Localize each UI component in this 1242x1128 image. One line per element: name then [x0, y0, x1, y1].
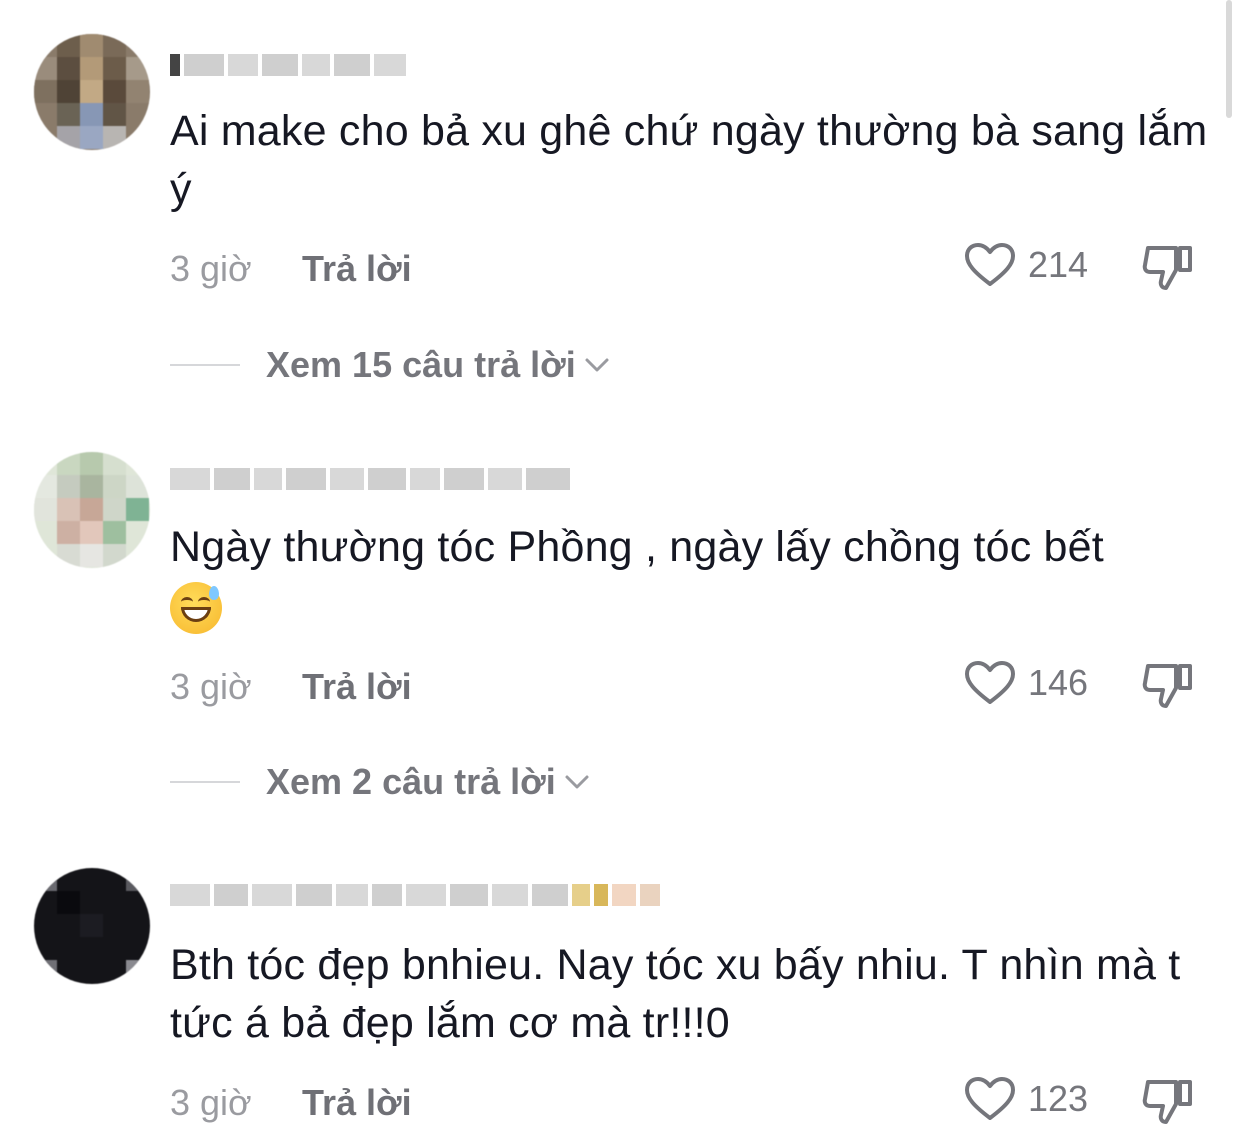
- comment-text: Bth tóc đẹp bnhieu. Nay tóc xu bấy nhiu.…: [170, 941, 1181, 1047]
- grinning-face-with-sweat-icon: [170, 581, 222, 634]
- reply-button[interactable]: Trả lời: [302, 248, 412, 290]
- like-button[interactable]: 146: [964, 660, 1088, 706]
- like-count: 123: [1028, 1078, 1089, 1119]
- like-button[interactable]: 123: [964, 1076, 1088, 1122]
- username-redacted[interactable]: [170, 46, 410, 84]
- view-replies-label: Xem 2 câu trả lời: [266, 761, 556, 802]
- chevron-down-icon: [565, 775, 589, 789]
- comment-text: Ai make cho bả xu ghê chứ ngày thường bà…: [170, 107, 1208, 213]
- comment-time: 3 giờ: [170, 666, 252, 707]
- view-replies-label: Xem 15 câu trả lời: [266, 344, 576, 385]
- like-button[interactable]: 214: [964, 242, 1088, 288]
- avatar[interactable]: [34, 34, 150, 150]
- avatar[interactable]: [34, 452, 150, 568]
- divider-line: [170, 364, 240, 366]
- like-count: 214: [1028, 244, 1089, 285]
- comment-text-content: Ngày thường tóc Phồng , ngày lấy chồng t…: [170, 523, 1104, 571]
- view-replies-button[interactable]: Xem 2 câu trả lời: [170, 757, 590, 807]
- username-redacted[interactable]: [170, 460, 574, 498]
- view-replies-button[interactable]: Xem 15 câu trả lời: [170, 340, 610, 390]
- comment-time: 3 giờ: [170, 1082, 252, 1123]
- scrollbar[interactable]: [1226, 0, 1232, 118]
- chevron-down-icon: [585, 358, 609, 372]
- comment-meta: 3 giờ Trả lời 123: [170, 1076, 1210, 1126]
- divider-line: [170, 781, 240, 783]
- comment-time: 3 giờ: [170, 248, 252, 289]
- heart-outline-icon: [965, 1077, 1015, 1120]
- username-redacted[interactable]: [170, 876, 664, 914]
- thumbs-down-icon[interactable]: [1140, 1076, 1196, 1128]
- thumbs-down-icon[interactable]: [1140, 242, 1196, 294]
- like-count: 146: [1028, 662, 1089, 703]
- heart-outline-icon: [965, 661, 1015, 704]
- comment-text: Ngày thường tóc Phồng , ngày lấy chồng t…: [170, 518, 1210, 634]
- avatar[interactable]: [34, 868, 150, 984]
- comment-meta: 3 giờ Trả lời 214: [170, 242, 1210, 292]
- reply-button[interactable]: Trả lời: [302, 1082, 412, 1124]
- heart-outline-icon: [965, 243, 1015, 286]
- comment-meta: 3 giờ Trả lời 146: [170, 660, 1210, 710]
- thumbs-down-icon[interactable]: [1140, 660, 1196, 712]
- reply-button[interactable]: Trả lời: [302, 666, 412, 708]
